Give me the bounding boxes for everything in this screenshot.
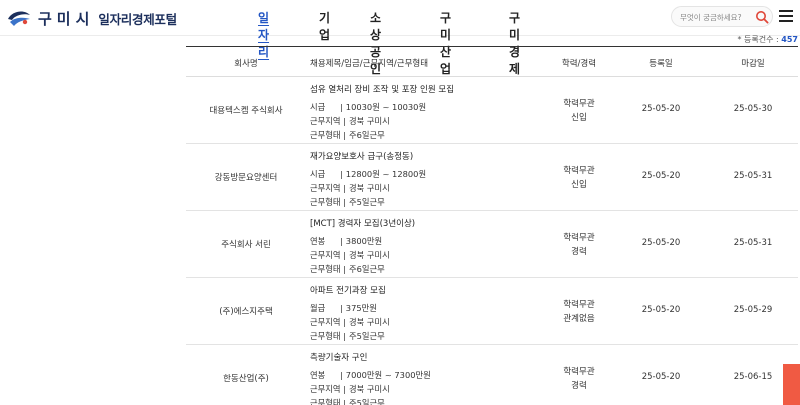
area-label: 근무지역 — [310, 183, 341, 193]
pay-type: 시급 — [310, 102, 326, 112]
education: 학력무관 — [563, 367, 595, 377]
job-info: 섬유 열처리 장비 조작 및 포장 인원 모집 시급 | 10030원 ~ 1003… — [310, 83, 540, 142]
job-listing-table: 회사명 채용제목/임금/근무지역/근무형태 학력/경력 등록일 마감일 대용텍스… — [186, 46, 798, 405]
education: 학력무관 — [563, 233, 595, 243]
job-title[interactable]: 측량기술자 구인 — [310, 351, 540, 363]
registered-count: * 등록건수 : 457 — [738, 34, 798, 45]
shift-value: 주5일근무 — [348, 331, 385, 341]
job-info: 재가요양보호사 급구(송정동) 시급 | 12800원 ~ 12800원 근무지역 … — [310, 150, 540, 209]
header-job-info: 채용제목/임금/근무지역/근무형태 — [310, 59, 429, 69]
search-input[interactable] — [680, 10, 752, 24]
company-name: 강동방문요양센터 — [214, 173, 278, 183]
career: 관계없음 — [563, 314, 595, 324]
table-row[interactable]: 한동산업(주) 측량기술자 구인 연봉 | 7000만원 ~ 7300만원 근무지역… — [186, 345, 798, 405]
logo-portal-name: 일자리경제포털 — [98, 11, 177, 27]
deadline-date: 25-05-30 — [733, 104, 773, 114]
shift-value: 주5일근무 — [348, 398, 385, 405]
registered-date: 25-05-20 — [641, 372, 681, 382]
search-icon[interactable] — [755, 10, 769, 24]
pay-type: 연봉 — [310, 236, 326, 246]
pay-value: 10030원 ~ 10030원 — [345, 102, 427, 112]
floating-side-tab[interactable] — [783, 364, 800, 405]
area-label: 근무지역 — [310, 250, 341, 260]
registered-date: 25-05-20 — [641, 104, 681, 114]
search-box — [671, 6, 773, 27]
registered-date: 25-05-20 — [641, 305, 681, 315]
registered-date: 25-05-20 — [641, 238, 681, 248]
shift-label: 근무형태 — [310, 130, 341, 140]
registered-count-label: * 등록건수 : — [737, 35, 779, 44]
shift-label: 근무형태 — [310, 197, 341, 207]
area-value: 경북 구미시 — [348, 183, 390, 193]
logo-city-name: 구미시 — [38, 9, 95, 28]
pay-type: 월급 — [310, 303, 326, 313]
career: 신입 — [571, 113, 587, 123]
area-value: 경북 구미시 — [348, 116, 390, 126]
career: 경력 — [571, 247, 587, 257]
shift-value: 주5일근무 — [348, 197, 385, 207]
header-company: 회사명 — [234, 59, 258, 69]
table-row[interactable]: 대용텍스켐 주식회사 섬유 열처리 장비 조작 및 포장 인원 모집 시급 | 10… — [186, 77, 798, 144]
area-label: 근무지역 — [310, 317, 341, 327]
header-education: 학력/경력 — [561, 59, 597, 69]
education: 학력무관 — [563, 166, 595, 176]
pay-type: 시급 — [310, 169, 326, 179]
education-career: 학력무관 신입 — [536, 97, 622, 125]
hamburger-menu-icon[interactable] — [778, 8, 794, 24]
education: 학력무관 — [563, 300, 595, 310]
job-title[interactable]: [MCT] 경력자 모집(3년이상) — [310, 217, 540, 229]
education-career: 학력무관 경력 — [536, 365, 622, 393]
education-career: 학력무관 관계없음 — [536, 298, 622, 326]
shift-value: 주6일근무 — [348, 130, 385, 140]
shift-label: 근무형태 — [310, 331, 341, 341]
registered-date: 25-05-20 — [641, 171, 681, 181]
area-value: 경북 구미시 — [348, 384, 390, 394]
shift-label: 근무형태 — [310, 398, 341, 405]
table-row[interactable]: (주)에스지주택 아파트 전기과장 모집 월급 | 375만원 근무지역 | 경북 구… — [186, 278, 798, 345]
job-info: 아파트 전기과장 모집 월급 | 375만원 근무지역 | 경북 구미시 근무형태 |… — [310, 284, 540, 343]
education: 학력무관 — [563, 99, 595, 109]
company-name: 대용텍스켐 주식회사 — [209, 106, 283, 116]
deadline-date: 25-05-29 — [733, 305, 773, 315]
job-title[interactable]: 섬유 열처리 장비 조작 및 포장 인원 모집 — [310, 83, 540, 95]
company-name: 주식회사 서린 — [221, 240, 271, 250]
pay-value: 375만원 — [345, 303, 377, 313]
job-title[interactable]: 아파트 전기과장 모집 — [310, 284, 540, 296]
pay-value: 7000만원 ~ 7300만원 — [345, 370, 431, 380]
registered-count-value: 457 — [781, 35, 798, 44]
shift-label: 근무형태 — [310, 264, 341, 274]
pay-value: 12800원 ~ 12800원 — [345, 169, 427, 179]
pay-type: 연봉 — [310, 370, 326, 380]
area-value: 경북 구미시 — [348, 317, 390, 327]
company-name: 한동산업(주) — [223, 374, 269, 384]
shift-value: 주6일근무 — [348, 264, 385, 274]
job-title[interactable]: 재가요양보호사 급구(송정동) — [310, 150, 540, 162]
site-header: 구미시 일자리경제포털 일자리 기업 소상공인 구미산업 구미경제 — [0, 0, 800, 76]
header-registered: 등록일 — [649, 59, 673, 69]
education-career: 학력무관 신입 — [536, 164, 622, 192]
pay-value: 3800만원 — [345, 236, 383, 246]
area-label: 근무지역 — [310, 116, 341, 126]
education-career: 학력무관 경력 — [536, 231, 622, 259]
job-info: [MCT] 경력자 모집(3년이상) 연봉 | 3800만원 근무지역 | 경북 구미… — [310, 217, 540, 276]
job-info: 측량기술자 구인 연봉 | 7000만원 ~ 7300만원 근무지역 | 경북 구미시… — [310, 351, 540, 405]
area-value: 경북 구미시 — [348, 250, 390, 260]
career: 신입 — [571, 180, 587, 190]
table-row[interactable]: 강동방문요양센터 재가요양보호사 급구(송정동) 시급 | 12800원 ~ 128… — [186, 144, 798, 211]
deadline-date: 25-05-31 — [733, 171, 773, 181]
area-label: 근무지역 — [310, 384, 341, 394]
gumi-logo-icon — [8, 11, 30, 26]
header-deadline: 마감일 — [741, 59, 765, 69]
table-row[interactable]: 주식회사 서린 [MCT] 경력자 모집(3년이상) 연봉 | 3800만원 근무지… — [186, 211, 798, 278]
career: 경력 — [571, 381, 587, 391]
deadline-date: 25-05-31 — [733, 238, 773, 248]
company-name: (주)에스지주택 — [219, 307, 273, 317]
table-header: 회사명 채용제목/임금/근무지역/근무형태 학력/경력 등록일 마감일 — [186, 47, 798, 77]
site-logo[interactable]: 구미시 일자리경제포털 — [6, 6, 177, 30]
nav-item-companies[interactable]: 기업 — [319, 9, 330, 43]
